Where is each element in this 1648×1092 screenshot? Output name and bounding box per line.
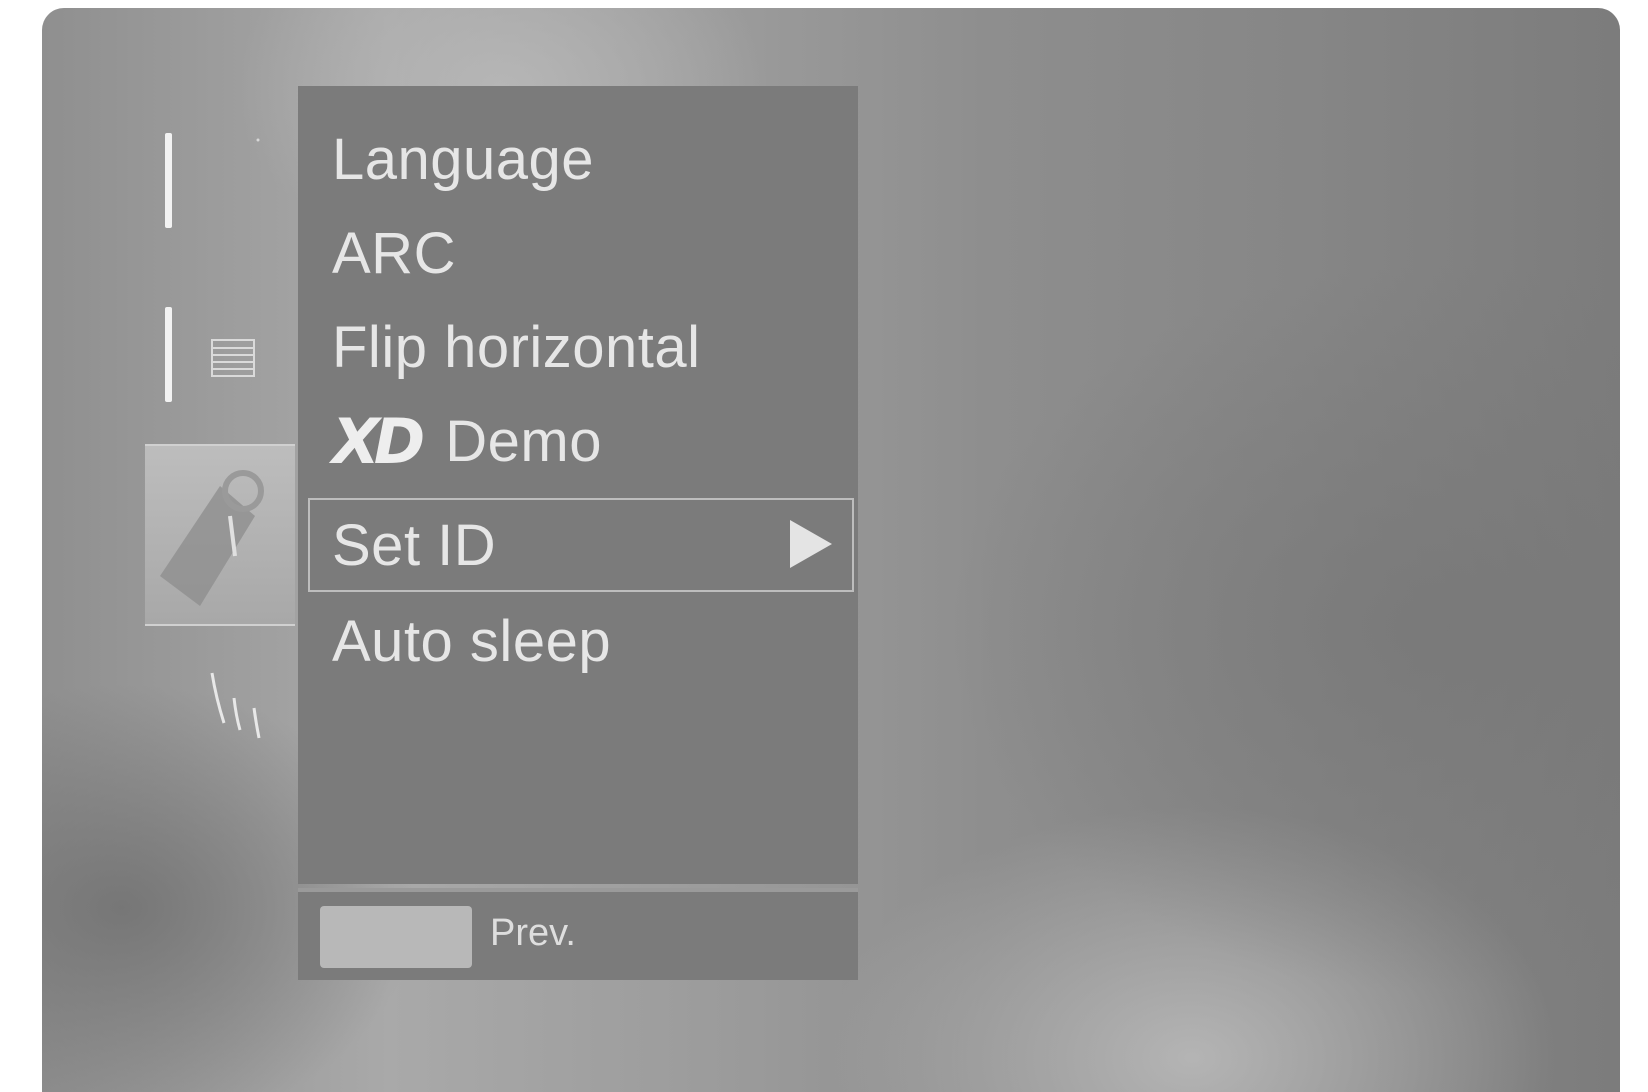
dot-icon [254,136,262,144]
menu-item-flip-horizontal[interactable]: Flip horizontal [298,300,858,394]
menu-item-label: Flip horizontal [332,314,701,380]
menu-footer: Prev. [298,888,858,980]
menu-item-label: Language [332,126,595,192]
list-icon[interactable] [210,338,256,378]
menu-item-label: Set ID [332,512,497,578]
selected-category-tile[interactable] [145,444,295,626]
menu-item-label: Demo [445,408,602,474]
prev-button[interactable] [320,906,472,968]
menu-item-auto-sleep[interactable]: Auto sleep [298,594,858,688]
arrow-right-icon [790,520,832,568]
menu-item-label: Auto sleep [332,608,612,674]
xd-logo: XD [332,404,425,478]
menu-item-set-id[interactable]: Set ID [308,498,854,592]
option-menu: Language ARC Flip horizontal XD Demo Set… [298,86,858,884]
menu-item-language[interactable]: Language [298,112,858,206]
prev-label: Prev. [490,912,576,954]
tv-screen: Language ARC Flip horizontal XD Demo Set… [42,8,1620,1092]
wave-icon [202,668,272,748]
category-indicator-1 [165,133,172,228]
menu-item-arc[interactable]: ARC [298,206,858,300]
menu-item-xd-demo[interactable]: XD Demo [298,394,858,488]
menu-item-label: ARC [332,220,456,286]
tag-icon [160,470,264,606]
category-indicator-2 [165,307,172,402]
category-sidebar [42,8,298,1092]
